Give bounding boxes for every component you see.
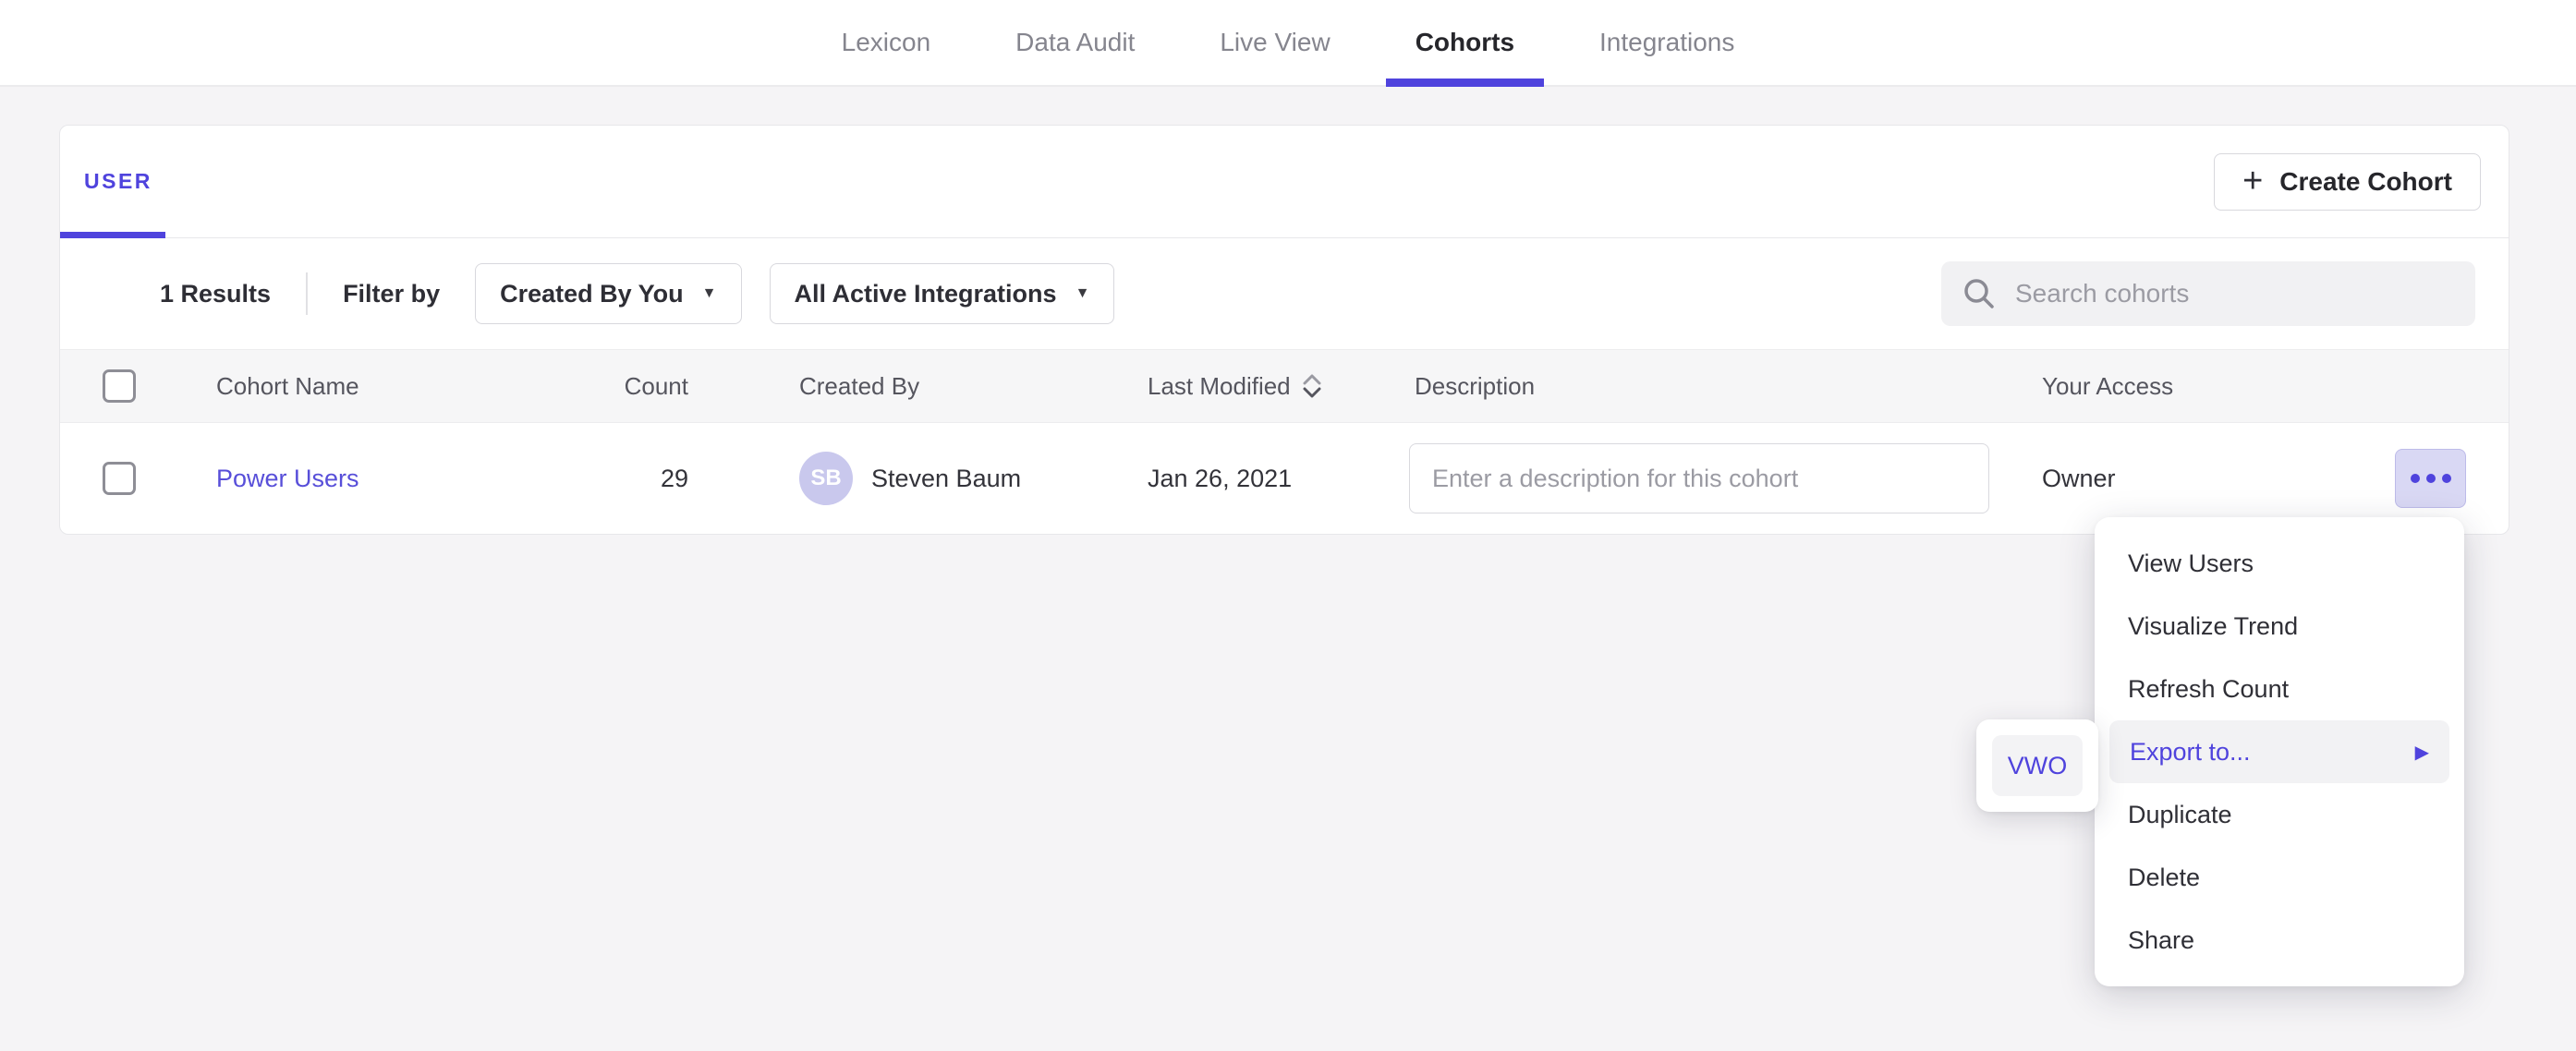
- last-modified-date: Jan 26, 2021: [1141, 465, 1409, 493]
- ellipsis-icon: [2442, 474, 2451, 483]
- integrations-filter-value: All Active Integrations: [795, 280, 1057, 308]
- filter-toolbar: 1 Results Filter by Created By You ▼ All…: [60, 238, 2509, 349]
- create-cohort-label: Create Cohort: [2279, 167, 2452, 197]
- nav-tab-data-audit[interactable]: Data Audit: [986, 0, 1164, 85]
- table-header-row: Cohort Name Count Created By Last Modifi…: [60, 349, 2509, 423]
- menu-item-visualize-trend[interactable]: Visualize Trend: [2095, 595, 2464, 658]
- row-context-menu: View Users Visualize Trend Refresh Count…: [2095, 517, 2464, 986]
- header-last-modified: Last Modified: [1141, 372, 1409, 401]
- filter-by-label: Filter by: [343, 280, 440, 308]
- create-cohort-button[interactable]: + Create Cohort: [2214, 153, 2481, 211]
- panel-header: USER + Create Cohort: [60, 126, 2509, 238]
- description-input[interactable]: [1409, 443, 1989, 513]
- header-count: Count: [605, 372, 698, 401]
- cohort-name-link[interactable]: Power Users: [216, 465, 359, 493]
- submenu-arrow-icon: ▶: [2415, 741, 2429, 764]
- header-your-access: Your Access: [2037, 372, 2373, 401]
- access-level: Owner: [2037, 465, 2373, 493]
- caret-down-icon: ▼: [702, 285, 717, 302]
- plus-icon: +: [2242, 162, 2263, 201]
- caret-down-icon: ▼: [1075, 285, 1090, 302]
- created-by-filter-dropdown[interactable]: Created By You ▼: [475, 263, 741, 324]
- integrations-filter-dropdown[interactable]: All Active Integrations ▼: [770, 263, 1115, 324]
- search-cohorts-input[interactable]: [2015, 279, 2457, 308]
- menu-item-refresh-count[interactable]: Refresh Count: [2095, 658, 2464, 720]
- row-actions-button[interactable]: [2395, 449, 2466, 508]
- submenu-item-vwo[interactable]: VWO: [1992, 735, 2083, 796]
- header-description: Description: [1409, 372, 2037, 401]
- header-created-by: Created By: [698, 372, 1141, 401]
- select-all-checkbox[interactable]: [103, 369, 136, 403]
- created-by-name: Steven Baum: [871, 465, 1021, 493]
- menu-item-export-to[interactable]: Export to... ▶: [2109, 720, 2449, 783]
- header-last-modified-label: Last Modified: [1148, 372, 1291, 401]
- cohort-count: 29: [605, 465, 698, 493]
- ellipsis-icon: [2411, 474, 2420, 483]
- menu-item-view-users[interactable]: View Users: [2095, 532, 2464, 595]
- export-submenu: VWO: [1976, 719, 2098, 812]
- avatar: SB: [799, 452, 853, 505]
- toolbar-divider: [306, 272, 308, 315]
- search-icon: [1962, 276, 1997, 311]
- top-navigation: Lexicon Data Audit Live View Cohorts Int…: [0, 0, 2576, 87]
- header-cohort-name: Cohort Name: [171, 372, 605, 401]
- cohorts-panel: USER + Create Cohort 1 Results Filter by…: [59, 125, 2509, 535]
- search-cohorts-box: [1941, 261, 2475, 326]
- tab-user[interactable]: USER: [84, 169, 152, 194]
- menu-item-share[interactable]: Share: [2095, 909, 2464, 972]
- tab-user-active-underline: [60, 232, 165, 238]
- menu-item-duplicate[interactable]: Duplicate: [2095, 783, 2464, 846]
- ellipsis-icon: [2426, 474, 2436, 483]
- created-by-filter-value: Created By You: [500, 280, 684, 308]
- menu-item-delete[interactable]: Delete: [2095, 846, 2464, 909]
- results-count: 1 Results: [160, 280, 271, 308]
- sort-icon[interactable]: [1302, 374, 1322, 398]
- menu-item-export-to-label: Export to...: [2130, 738, 2251, 767]
- nav-tab-live-view[interactable]: Live View: [1190, 0, 1359, 85]
- nav-tab-cohorts[interactable]: Cohorts: [1386, 0, 1544, 85]
- nav-tab-lexicon[interactable]: Lexicon: [812, 0, 961, 85]
- nav-tab-integrations[interactable]: Integrations: [1570, 0, 1764, 85]
- row-checkbox[interactable]: [103, 462, 136, 495]
